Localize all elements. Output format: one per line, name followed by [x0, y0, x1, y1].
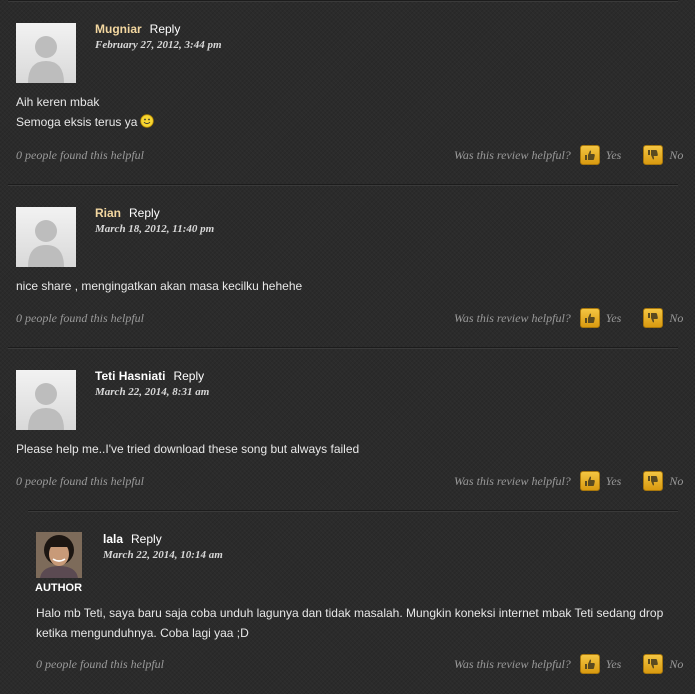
comment-header: lala Reply [103, 532, 162, 546]
comment-header: Rian Reply [95, 206, 160, 220]
thumbs-up-icon[interactable] [579, 145, 600, 165]
comment-date[interactable]: March 22, 2014, 10:14 am [103, 549, 223, 561]
divider [8, 0, 678, 2]
divider [8, 347, 678, 349]
comment-line: Semoga eksis terus ya [16, 115, 138, 129]
no-vote[interactable]: No [669, 657, 683, 672]
reply-link[interactable]: Reply [173, 369, 204, 383]
comment-header: Teti Hasniati Reply [95, 369, 204, 383]
reply-link[interactable]: Reply [150, 22, 181, 36]
vote-bar: Was this review helpful? Yes No [454, 308, 683, 328]
no-vote[interactable]: No [669, 311, 683, 326]
reply-link[interactable]: Reply [129, 206, 160, 220]
commenter-name[interactable]: Rian [95, 206, 121, 220]
thumbs-up-icon[interactable] [579, 308, 600, 328]
vote-bar: Was this review helpful? Yes No [454, 145, 683, 165]
commenter-name: lala [103, 532, 124, 546]
author-badge: AUTHOR [35, 582, 83, 594]
helpful-question: Was this review helpful? [454, 147, 571, 162]
yes-vote[interactable]: Yes [606, 657, 622, 672]
yes-vote[interactable]: Yes [606, 148, 622, 163]
vote-bar: Was this review helpful? Yes No [454, 654, 683, 674]
smiley-icon [140, 114, 155, 134]
commenter-name: Teti Hasniati [95, 369, 166, 383]
comment-date[interactable]: March 18, 2012, 11:40 pm [95, 223, 214, 235]
default-avatar-icon [16, 23, 76, 83]
comment-line-with-smiley: Semoga eksis terus ya [16, 112, 155, 134]
divider [28, 510, 678, 512]
thumbs-down-icon[interactable] [643, 471, 664, 491]
comment-line: Please help me..I've tried download thes… [16, 442, 360, 456]
comments-page: Mugniar Reply February 27, 2012, 3:44 pm … [0, 0, 695, 694]
comment-line: Halo mb Teti, saya baru saja coba unduh … [36, 606, 664, 620]
reply-link[interactable]: Reply [131, 532, 162, 546]
comment-line: nice share , mengingatkan akan masa keci… [16, 279, 303, 293]
default-avatar-icon [16, 370, 76, 430]
commenter-name[interactable]: Mugniar [95, 22, 142, 36]
comment-text: Aih keren mbak Semoga eksis terus ya [16, 92, 155, 134]
comment-text: Halo mb Teti, saya baru saja coba unduh … [36, 603, 663, 643]
comment-text: nice share , mengingatkan akan masa keci… [16, 276, 302, 296]
comment-line: ketika mengunduhnya. Coba lagi yaa ;D [36, 626, 249, 640]
thumbs-up-icon[interactable] [579, 654, 600, 674]
vote-bar: Was this review helpful? Yes No [454, 471, 683, 491]
comment-text: Please help me..I've tried download thes… [16, 439, 359, 459]
divider [8, 184, 678, 186]
no-vote[interactable]: No [669, 474, 683, 489]
thumbs-down-icon[interactable] [643, 145, 664, 165]
helpful-count: 0 people found this helpful [16, 148, 144, 162]
thumbs-down-icon[interactable] [643, 308, 664, 328]
thumbs-up-icon[interactable] [579, 471, 600, 491]
yes-vote[interactable]: Yes [606, 474, 622, 489]
author-avatar [36, 532, 82, 578]
helpful-count: 0 people found this helpful [16, 474, 144, 488]
comment-date[interactable]: February 27, 2012, 3:44 pm [95, 39, 222, 51]
thumbs-down-icon[interactable] [643, 654, 664, 674]
default-avatar-icon [16, 207, 76, 267]
helpful-question: Was this review helpful? [454, 310, 571, 325]
helpful-count: 0 people found this helpful [16, 311, 144, 325]
helpful-count: 0 people found this helpful [36, 657, 164, 671]
comment-header: Mugniar Reply [95, 22, 180, 36]
helpful-question: Was this review helpful? [454, 656, 571, 671]
comment-date[interactable]: March 22, 2014, 8:31 am [95, 386, 209, 398]
helpful-question: Was this review helpful? [454, 473, 571, 488]
comment-line: Aih keren mbak [16, 95, 100, 109]
no-vote[interactable]: No [669, 148, 683, 163]
yes-vote[interactable]: Yes [606, 311, 622, 326]
